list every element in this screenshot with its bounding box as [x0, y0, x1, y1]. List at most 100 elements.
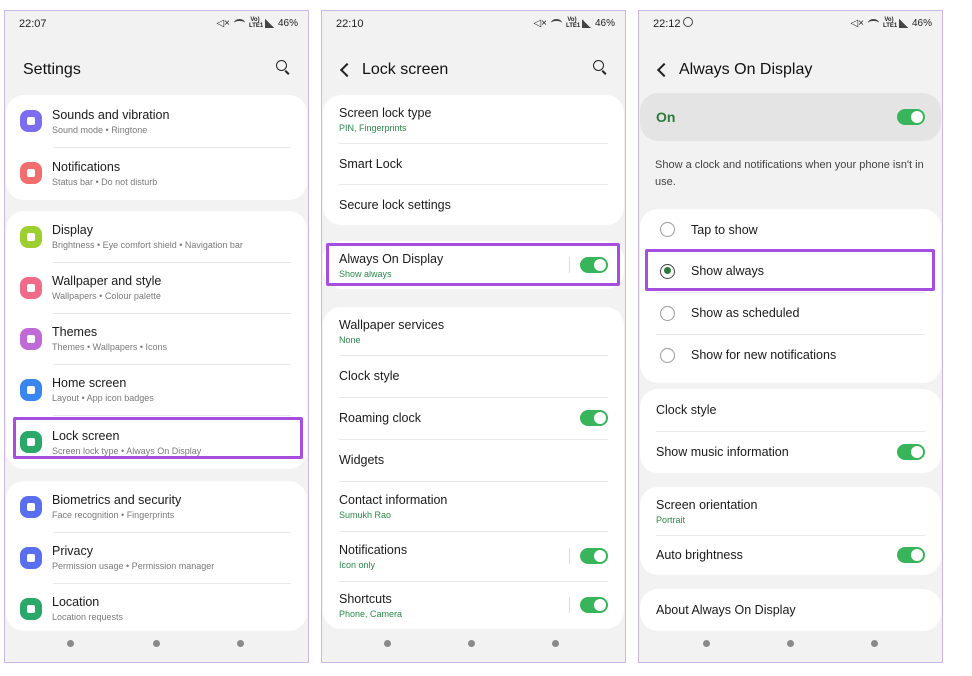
lock-item-always-on-display[interactable]: Always On Display Show always [323, 241, 624, 289]
radio-button[interactable] [660, 305, 675, 321]
status-time: 22:12 [653, 18, 681, 30]
item-title: Shortcuts [339, 591, 392, 606]
item-subtitle: Wallpapers • Colour palette [52, 291, 161, 301]
settings-item-biometrics[interactable]: Biometrics and security Face recognition … [6, 481, 307, 532]
lock-item-wallpaper-services[interactable]: Wallpaper services None [323, 307, 624, 355]
item-subtitle: Location requests [52, 612, 124, 622]
description-text: Show a clock and notifications when your… [655, 159, 924, 188]
back-icon[interactable] [336, 59, 356, 81]
aod-master-toggle[interactable] [897, 109, 925, 125]
aod-item-show-music-information[interactable]: Show music information [640, 431, 941, 473]
lte-icon: Vo) LTE1 [565, 17, 581, 29]
item-title: Location [52, 595, 100, 609]
nav-home-button[interactable] [153, 640, 160, 647]
search-icon[interactable] [593, 60, 609, 76]
settings-item-lock-screen[interactable]: Lock screen Screen lock type • Always On … [6, 415, 307, 469]
item-title: Widgets [339, 453, 385, 467]
item-title: Screen orientation [656, 497, 758, 512]
page-title: Lock screen [362, 61, 449, 78]
radio-show-always[interactable]: Show always [640, 250, 941, 292]
shortcuts-toggle[interactable] [580, 597, 608, 613]
status-bar: 22:12 ◁× Vo) LTE1 46% [639, 11, 942, 37]
aod-item-clock-style[interactable]: Clock style [640, 389, 941, 431]
settings-item-sounds[interactable]: Sounds and vibration Sound mode • Rington… [6, 95, 307, 147]
nav-recents-button[interactable] [67, 640, 74, 647]
item-subtitle: Show always [339, 268, 392, 279]
back-icon[interactable] [653, 59, 673, 81]
nav-home-button[interactable] [468, 640, 475, 647]
notifications-toggle[interactable] [580, 548, 608, 564]
item-subtitle: Permission usage • Permission manager [52, 561, 215, 571]
lock-item-secure-lock-settings[interactable]: Secure lock settings [323, 184, 624, 225]
settings-item-location[interactable]: Location Location requests [6, 583, 307, 631]
item-title: Notifications [52, 159, 121, 174]
radio-button-selected[interactable] [660, 263, 675, 279]
lock-item-notifications[interactable]: Notifications Icon only [323, 531, 624, 581]
item-title: Auto brightness [656, 548, 743, 562]
lte-icon: Vo) LTE1 [248, 17, 264, 29]
item-subtitle: Phone, Camera [339, 608, 403, 619]
lock-item-shortcuts[interactable]: Shortcuts Phone, Camera [323, 581, 624, 629]
settings-group-3: Biometrics and security Face recognition … [6, 481, 307, 631]
radio-button[interactable] [660, 347, 675, 363]
radio-tap-to-show[interactable]: Tap to show [640, 209, 941, 250]
header: Lock screen [322, 55, 625, 91]
item-subtitle: Brightness • Eye comfort shield • Naviga… [52, 240, 243, 250]
home-icon [20, 378, 42, 401]
radio-label: Tap to show [691, 222, 758, 237]
radio-show-for-new-notifications[interactable]: Show for new notifications [640, 334, 941, 376]
aod-item-screen-orientation[interactable]: Screen orientation Portrait [640, 487, 941, 535]
notification-icon [20, 162, 42, 184]
radio-button[interactable] [660, 222, 675, 237]
lock-item-roaming-clock[interactable]: Roaming clock [323, 397, 624, 439]
aod-item-auto-brightness[interactable]: Auto brightness [640, 535, 941, 575]
always-on-display-screen: 22:12 ◁× Vo) LTE1 46% Always On Display … [638, 10, 943, 663]
divider [569, 597, 570, 613]
master-switch[interactable]: On [640, 93, 941, 141]
item-subtitle: Layout • App icon badges [52, 393, 154, 403]
item-title: Clock style [656, 403, 717, 417]
nav-home-button[interactable] [787, 640, 794, 647]
lock-item-contact-information[interactable]: Contact information Sumukh Rao [323, 481, 624, 531]
settings-item-wallpaper[interactable]: Wallpaper and style Wallpapers • Colour p… [6, 262, 307, 313]
settings-item-notifications[interactable]: Notifications Status bar • Do not disturb [6, 147, 307, 199]
nav-recents-button[interactable] [703, 640, 710, 647]
item-title: Lock screen [52, 428, 120, 443]
navigation-bar [322, 628, 625, 662]
item-subtitle: Face recognition • Fingerprints [52, 510, 175, 520]
settings-item-display[interactable]: Display Brightness • Eye comfort shield •… [6, 211, 307, 262]
radio-show-as-scheduled[interactable]: Show as scheduled [640, 292, 941, 334]
lock-item-smart-lock[interactable]: Smart Lock [323, 143, 624, 184]
navigation-bar [5, 628, 308, 662]
nav-back-button[interactable] [552, 640, 559, 647]
lock-group-2: Always On Display Show always [323, 241, 624, 289]
settings-item-home-screen[interactable]: Home screen Layout • App icon badges [6, 364, 307, 415]
settings-group-1: Sounds and vibration Sound mode • Rington… [6, 95, 307, 200]
item-title: Privacy [52, 544, 93, 558]
item-title: Themes [52, 325, 98, 339]
wifi-icon [550, 19, 562, 27]
status-icons: ◁× Vo) LTE1 46% [850, 17, 932, 29]
item-subtitle: Portrait [656, 514, 686, 525]
search-icon[interactable] [276, 60, 292, 76]
lock-item-screen-lock-type[interactable]: Screen lock type PIN, Fingerprints [323, 95, 624, 143]
mute-icon: ◁× [850, 17, 864, 29]
lock-item-clock-style[interactable]: Clock style [323, 355, 624, 397]
privacy-icon [20, 546, 42, 569]
roaming-clock-toggle[interactable] [580, 410, 608, 426]
music-info-toggle[interactable] [897, 444, 925, 460]
battery-percent: 46% [911, 17, 932, 29]
auto-brightness-toggle[interactable] [897, 547, 925, 563]
item-subtitle: Status bar • Do not disturb [52, 176, 158, 187]
nav-recents-button[interactable] [384, 640, 391, 647]
nav-back-button[interactable] [237, 640, 244, 647]
item-subtitle: Sumukh Rao [339, 509, 392, 520]
aod-item-about[interactable]: About Always On Display [640, 589, 941, 631]
lock-item-widgets[interactable]: Widgets [323, 439, 624, 481]
radio-label: Show always [691, 264, 764, 278]
aod-group-orientation: Screen orientation Portrait Auto brightne… [640, 487, 941, 575]
aod-toggle[interactable] [580, 257, 608, 273]
nav-back-button[interactable] [871, 640, 878, 647]
settings-item-privacy[interactable]: Privacy Permission usage • Permission man… [6, 532, 307, 583]
settings-item-themes[interactable]: Themes Themes • Wallpapers • Icons [6, 313, 307, 364]
